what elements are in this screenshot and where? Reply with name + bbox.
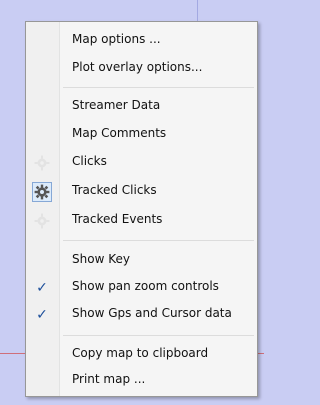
context-menu: Map options ... Plot overlay options... … [25,21,258,397]
selected-icon-frame [32,182,52,202]
menu-item-label: Tracked Clicks [72,183,157,197]
menu-item-tracked-events[interactable]: Tracked Events [26,208,257,234]
background-map-line [258,353,264,354]
menu-item-label: Tracked Events [72,212,163,226]
menu-item-print-map[interactable]: Print map ... [26,368,257,394]
menu-item-map-comments[interactable]: Map Comments [26,122,257,148]
menu-item-label: Plot overlay options... [72,60,203,74]
menu-item-label: Show Gps and Cursor data [72,306,232,320]
gear-icon [32,182,52,202]
menu-item-label: Print map ... [72,372,146,386]
menu-item-tracked-clicks[interactable]: Tracked Clicks [26,179,257,205]
menu-item-show-key[interactable]: Show Key [26,248,257,274]
menu-item-label: Copy map to clipboard [72,346,209,360]
checkmark-icon: ✓ [36,280,48,296]
menu-item-label: Show pan zoom controls [72,279,219,293]
menu-item-plot-overlay-options[interactable]: Plot overlay options... [26,56,257,82]
checkmark-icon: ✓ [36,307,48,323]
menu-item-show-gps-cursor-data[interactable]: ✓ Show Gps and Cursor data [26,302,257,328]
menu-item-clicks[interactable]: Clicks [26,150,257,176]
menu-item-streamer-data[interactable]: Streamer Data [26,94,257,120]
menu-item-copy-map-clipboard[interactable]: Copy map to clipboard [26,342,257,368]
menu-item-label: Streamer Data [72,98,161,112]
menu-separator [63,335,254,336]
menu-item-show-pan-zoom-controls[interactable]: ✓ Show pan zoom controls [26,275,257,301]
background-gridline [197,0,198,22]
menu-item-label: Clicks [72,154,107,168]
menu-item-label: Map options ... [72,32,161,46]
menu-item-map-options[interactable]: Map options ... [26,28,257,54]
menu-item-label: Show Key [72,252,130,266]
menu-separator [63,87,254,88]
menu-item-label: Map Comments [72,126,167,140]
menu-separator [63,240,254,241]
gear-icon [32,211,52,231]
gear-icon [32,153,52,173]
